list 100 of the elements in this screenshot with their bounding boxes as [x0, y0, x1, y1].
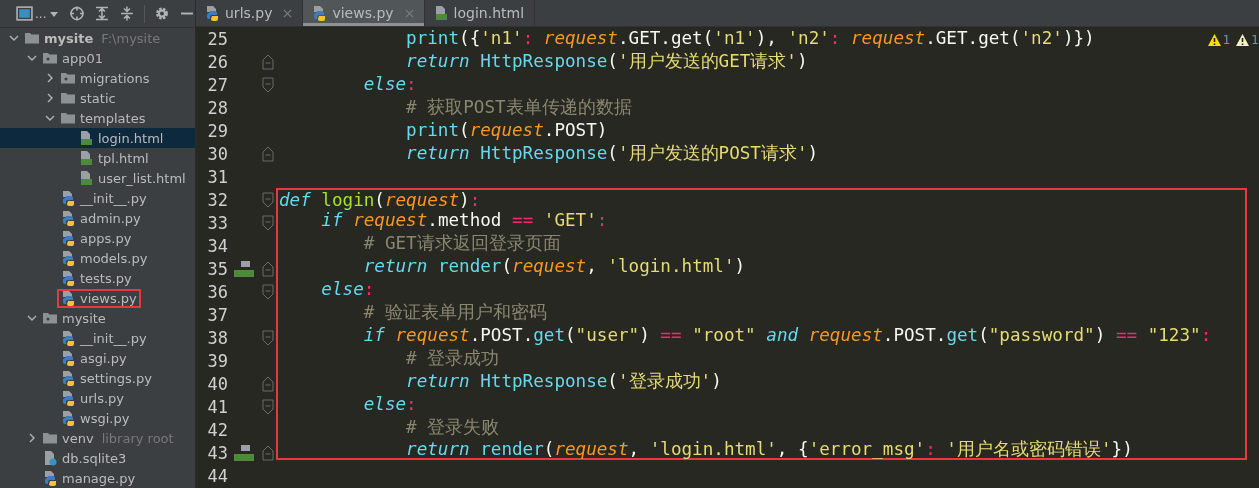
editor-tab[interactable]: views.py	[303, 0, 425, 26]
tree-item[interactable]: __init__.py	[0, 188, 195, 208]
tree-item[interactable]: tests.py	[0, 268, 195, 288]
code-line: print(request.POST)	[405, 119, 608, 142]
tree-item[interactable]: admin.py	[0, 208, 195, 228]
line-number: 28	[206, 97, 228, 118]
view-selector[interactable]: ...	[16, 5, 61, 22]
tree-item[interactable]: static	[0, 88, 195, 108]
boxed-code-line: # GET请求返回登录页面	[276, 232, 1247, 255]
line-number: 30	[206, 143, 228, 164]
package-folder-icon	[42, 310, 58, 326]
fold-marker-icon[interactable]	[262, 398, 274, 415]
fold-marker-icon[interactable]	[262, 329, 274, 346]
tree-item[interactable]: views.py	[0, 288, 195, 308]
line-number: 31	[206, 166, 228, 187]
path-hint: F:\mysite	[101, 30, 161, 46]
tree-item[interactable]: db.sqlite3	[0, 448, 195, 468]
python-file-icon	[60, 250, 76, 266]
tree-item[interactable]: asgi.py	[0, 348, 195, 368]
fold-marker-icon[interactable]	[262, 375, 274, 392]
line-number: 27	[206, 74, 228, 95]
tree-item[interactable]: user_list.html	[0, 168, 195, 188]
code-line: return HttpResponse('用户发送的POST请求')	[405, 142, 819, 165]
warning-icon	[1207, 34, 1221, 46]
tree-item[interactable]: urls.py	[0, 388, 195, 408]
tree-item[interactable]: __init__.py	[0, 328, 195, 348]
code-line: return HttpResponse('用户发送的GET请求')	[405, 50, 808, 73]
boxed-code-line: return render(request, 'login.html', {'error_msg': '用户名或密码错误'})	[276, 439, 1247, 460]
fold-marker-icon[interactable]	[262, 260, 274, 277]
python-file-icon	[60, 270, 76, 286]
tree-item[interactable]: venv library root	[0, 428, 195, 448]
fold-marker-icon[interactable]	[262, 53, 274, 70]
python-file-icon	[60, 330, 76, 346]
tree-item[interactable]: models.py	[0, 248, 195, 268]
fold-marker-icon[interactable]	[262, 283, 274, 300]
settings-icon[interactable]	[154, 5, 171, 22]
line-number: 42	[206, 419, 228, 440]
html-file-icon[interactable]	[233, 443, 255, 462]
window-icon	[16, 5, 33, 22]
tree-item[interactable]: tpl.html	[0, 148, 195, 168]
fold-marker-icon[interactable]	[262, 214, 274, 231]
line-number: 34	[206, 235, 228, 256]
line-number: 38	[206, 327, 228, 348]
package-folder-icon	[60, 70, 76, 86]
tree-item[interactable]: mysite F:\mysite	[0, 28, 195, 48]
line-number: 25	[206, 28, 228, 49]
line-number: 37	[206, 304, 228, 325]
tree-item[interactable]: templates	[0, 108, 195, 128]
html-file-icon[interactable]	[233, 259, 255, 278]
python-file-icon	[204, 5, 220, 21]
boxed-code-line: # 登录失败	[276, 416, 1247, 439]
html-file-icon	[78, 150, 94, 166]
line-number: 26	[206, 51, 228, 72]
unknown-file-icon	[42, 450, 58, 466]
line-number: 43	[206, 442, 228, 463]
line-number: 44	[206, 465, 228, 486]
python-file-icon	[60, 410, 76, 426]
folder-icon	[60, 110, 76, 126]
line-number: 40	[206, 373, 228, 394]
code-line: print({'n1': request.GET.get('n1'), 'n2': request.GET.get('n2')})	[405, 27, 1095, 50]
line-number: 41	[206, 396, 228, 417]
fold-marker-icon[interactable]	[262, 76, 274, 93]
code-line: # 获取POST表单传递的数据	[405, 96, 632, 119]
line-number: 39	[206, 350, 228, 371]
tree-item[interactable]: mysite	[0, 308, 195, 328]
boxed-code-line: # 登录成功	[276, 347, 1247, 370]
package-folder-icon	[42, 50, 58, 66]
boxed-code-line: if request.POST.get("user") == "root" and request.POST.get("password") == "123":	[276, 324, 1247, 347]
path-hint: library root	[101, 430, 174, 446]
tree-item[interactable]: settings.py	[0, 368, 195, 388]
line-number: 36	[206, 281, 228, 302]
line-number: 29	[206, 120, 228, 141]
fold-marker-icon[interactable]	[262, 444, 274, 461]
locate-icon[interactable]	[69, 5, 86, 22]
python-file-icon	[60, 350, 76, 366]
fold-marker-icon[interactable]	[262, 145, 274, 162]
boxed-code-line: if request.method == 'GET':	[276, 209, 1247, 232]
tree-item[interactable]: wsgi.py	[0, 408, 195, 428]
expand-all-icon[interactable]	[94, 5, 111, 22]
editor-tab[interactable]: login.html	[424, 0, 536, 26]
tree-item[interactable]: app01	[0, 48, 195, 68]
python-file-icon	[42, 470, 58, 486]
close-icon[interactable]	[283, 8, 293, 18]
tree-item[interactable]: migrations	[0, 68, 195, 88]
folder-icon	[24, 30, 40, 46]
fold-marker-icon[interactable]	[262, 191, 274, 208]
warning-indicator[interactable]: 1	[1207, 33, 1231, 47]
python-file-icon	[311, 5, 328, 21]
tree-item[interactable]: apps.py	[0, 228, 195, 248]
warning-indicator[interactable]: 1	[1236, 33, 1259, 47]
boxed-code-line: else:	[276, 393, 1247, 416]
html-file-icon	[78, 170, 94, 186]
tree-item[interactable]: login.html	[0, 128, 195, 148]
python-file-icon	[60, 290, 76, 306]
collapse-all-icon[interactable]	[119, 5, 136, 22]
warning-icon	[1236, 34, 1250, 46]
folder-icon	[42, 430, 58, 446]
boxed-code-line: return render(request, 'login.html')	[276, 255, 1247, 278]
boxed-code-line: else:	[276, 278, 1247, 301]
tree-item[interactable]: manage.py	[0, 468, 195, 488]
